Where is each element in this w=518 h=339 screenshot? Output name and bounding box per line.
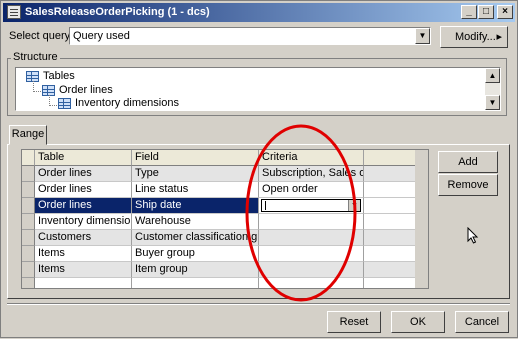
structure-tree[interactable]: Tables Order lines Inventory dimensions … xyxy=(15,67,501,111)
cancel-button[interactable]: Cancel xyxy=(455,311,509,333)
table-row[interactable]: Items Item group xyxy=(22,262,428,278)
cell-field[interactable]: Buyer group xyxy=(132,246,259,262)
table-row[interactable]: Items Buyer group xyxy=(22,246,428,262)
text-caret xyxy=(265,201,266,210)
column-header-table[interactable]: Table xyxy=(35,150,132,166)
cell-table[interactable]: Order lines xyxy=(35,182,132,198)
cell-criteria-editing[interactable]: ▼ xyxy=(259,198,364,214)
column-header-field[interactable]: Field xyxy=(132,150,259,166)
window-title: SalesReleaseOrderPicking (1 - dcs) xyxy=(25,6,210,18)
remove-button[interactable]: Remove xyxy=(438,174,498,196)
row-selector[interactable] xyxy=(22,262,35,278)
column-header-criteria[interactable]: Criteria xyxy=(259,150,364,166)
row-selector[interactable] xyxy=(22,214,35,230)
tree-node-label: Inventory dimensions xyxy=(75,97,179,109)
table-icon xyxy=(42,84,55,96)
grid-header-row: Table Field Criteria xyxy=(22,150,428,166)
table-row[interactable]: Order lines Type Subscription, Sales or.… xyxy=(22,166,428,182)
cell-table[interactable]: Order lines xyxy=(35,166,132,182)
modify-button[interactable]: Modify... ▸ xyxy=(440,26,508,48)
cell-field[interactable]: Line status xyxy=(132,182,259,198)
cell-table[interactable]: Items xyxy=(35,246,132,262)
table-row[interactable]: Order lines Line status Open order xyxy=(22,182,428,198)
cell-criteria[interactable] xyxy=(259,246,364,262)
select-query-label: Select query: xyxy=(9,30,74,42)
title-bar[interactable]: SalesReleaseOrderPicking (1 - dcs) _ □ × xyxy=(3,3,515,22)
cell-table[interactable] xyxy=(35,278,132,288)
row-selector[interactable] xyxy=(22,278,35,288)
scroll-up-button[interactable]: ▲ xyxy=(485,68,500,83)
tab-range[interactable]: Range xyxy=(9,125,47,145)
cell-table[interactable]: Items xyxy=(35,262,132,278)
table-icon xyxy=(58,97,71,109)
criteria-input[interactable]: ▼ xyxy=(261,199,361,212)
cell-table[interactable]: Inventory dimensions xyxy=(35,214,132,230)
table-icon xyxy=(26,70,39,82)
cell-field[interactable]: Warehouse xyxy=(132,214,259,230)
cell-field[interactable]: Ship date xyxy=(132,198,259,214)
reset-button[interactable]: Reset xyxy=(327,311,381,333)
range-grid[interactable]: Table Field Criteria Order lines Type Su… xyxy=(21,149,429,289)
row-selector[interactable] xyxy=(22,198,35,214)
select-query-value: Query used xyxy=(73,30,130,42)
cell-field[interactable]: Item group xyxy=(132,262,259,278)
structure-label: Structure xyxy=(11,51,60,63)
cell-criteria[interactable] xyxy=(259,278,364,288)
chevron-down-icon[interactable]: ▼ xyxy=(348,200,360,211)
cell-field[interactable]: Customer classification group xyxy=(132,230,259,246)
ok-button[interactable]: OK xyxy=(391,311,445,333)
tree-node-label: Tables xyxy=(43,70,75,82)
row-selector[interactable] xyxy=(22,182,35,198)
grid-scrollbar[interactable] xyxy=(415,150,428,288)
table-row-empty[interactable] xyxy=(22,278,428,288)
cell-criteria[interactable] xyxy=(259,262,364,278)
close-button[interactable]: × xyxy=(497,5,513,19)
select-query-dropdown[interactable]: Query used ▼ xyxy=(69,27,431,45)
minimize-button[interactable]: _ xyxy=(461,5,477,19)
table-row-selected[interactable]: Order lines Ship date ▼ xyxy=(22,198,428,214)
row-selector[interactable] xyxy=(22,166,35,182)
scroll-down-button[interactable]: ▼ xyxy=(485,95,500,110)
add-button[interactable]: Add xyxy=(438,151,498,173)
cell-field[interactable]: Type xyxy=(132,166,259,182)
cell-criteria[interactable]: Subscription, Sales or... xyxy=(259,166,364,182)
app-icon xyxy=(7,5,21,19)
maximize-button[interactable]: □ xyxy=(478,5,494,19)
arrow-right-icon: ▸ xyxy=(496,31,502,43)
cell-table[interactable]: Customers xyxy=(35,230,132,246)
footer-separator xyxy=(7,303,510,305)
modify-button-label: Modify... xyxy=(455,31,496,43)
row-selector[interactable] xyxy=(22,230,35,246)
header-corner xyxy=(22,150,35,166)
chevron-down-icon[interactable]: ▼ xyxy=(415,28,430,44)
table-row[interactable]: Customers Customer classification group xyxy=(22,230,428,246)
mouse-pointer-icon xyxy=(467,227,479,244)
dialog-window: SalesReleaseOrderPicking (1 - dcs) _ □ ×… xyxy=(0,0,518,338)
cell-criteria[interactable]: Open order xyxy=(259,182,364,198)
row-selector[interactable] xyxy=(22,246,35,262)
cell-field[interactable] xyxy=(132,278,259,288)
cell-criteria[interactable] xyxy=(259,230,364,246)
cell-table[interactable]: Order lines xyxy=(35,198,132,214)
tree-node-inventory-dimensions[interactable]: Inventory dimensions xyxy=(58,97,179,109)
structure-scrollbar[interactable]: ▲ ▼ xyxy=(485,68,500,110)
table-row[interactable]: Inventory dimensions Warehouse xyxy=(22,214,428,230)
tree-node-label: Order lines xyxy=(59,84,113,96)
cell-criteria[interactable] xyxy=(259,214,364,230)
